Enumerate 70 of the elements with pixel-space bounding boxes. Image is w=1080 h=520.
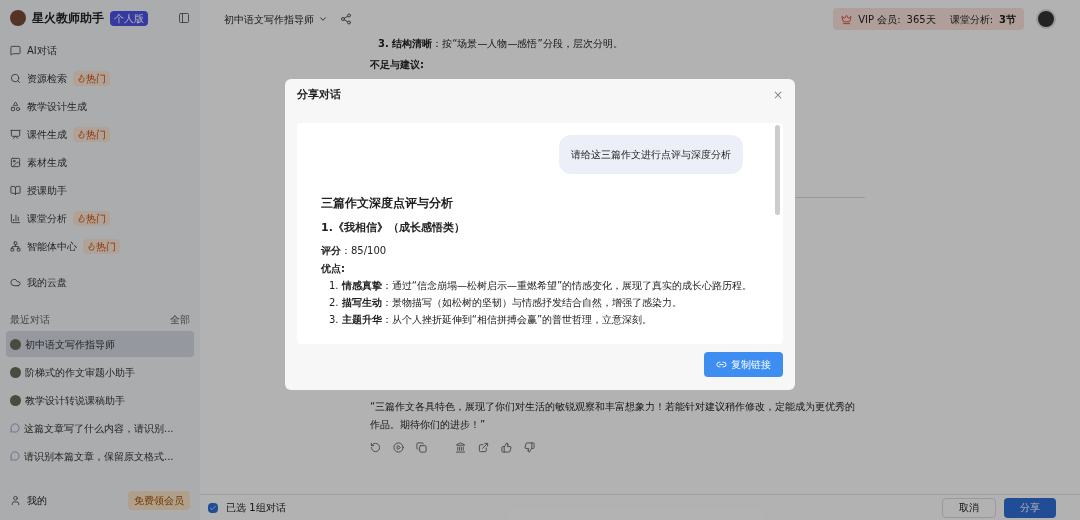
hot-badge: 热门: [73, 210, 110, 226]
network-icon: [10, 240, 21, 252]
strength-item: 3. 主题升华：从个人挫折延伸到“相信拼搏会赢”的普世哲理，立意深刻。: [329, 312, 654, 327]
shapes-icon: [10, 100, 21, 112]
search-icon: [10, 72, 21, 84]
hot-badge: 热门: [83, 238, 120, 254]
agent-avatar-icon: [10, 366, 21, 378]
sidebar-toggle-icon[interactable]: [178, 12, 190, 24]
agent-avatar-icon: [10, 338, 21, 350]
chat-icon: [10, 44, 21, 56]
strength-item: 1. 情感真挚：通过“信念崩塌—松树启示—重燃希望”的情感变化，展现了真实的成长心路历程。: [329, 278, 754, 293]
share-icon[interactable]: [340, 13, 352, 25]
recent-conversation[interactable]: 初中语文写作指导师: [6, 331, 194, 357]
image-icon: [10, 156, 21, 168]
regenerate-icon[interactable]: [370, 442, 381, 453]
nav-item[interactable]: 素材生成: [27, 154, 67, 170]
link-icon: [716, 359, 727, 370]
nav-item[interactable]: 课堂分析: [27, 210, 67, 226]
preview-heading: 三篇作文深度点评与分析: [321, 195, 454, 212]
chat-bubble-icon: [10, 423, 20, 433]
recent-conversation[interactable]: 阶梯式的作文审题小助手: [6, 359, 194, 385]
export-icon[interactable]: [478, 442, 489, 453]
book-icon: [10, 184, 21, 196]
cancel-button[interactable]: 取消: [942, 497, 996, 518]
recent-conversation[interactable]: 教学设计转说课稿助手: [6, 387, 194, 413]
answer-text: 3. 结构清晰：按“场景—人物—感悟”分段，层次分明。: [378, 37, 624, 51]
answer-text: “三篇作文各具特色，展现了你们对生活的敏锐观察和丰富想象力！若能针对建议稍作修改，定能成为更优秀的作品。期待你们的进步！”: [370, 400, 857, 432]
free-member-button[interactable]: 免费领会员: [128, 490, 190, 510]
view-all-link[interactable]: 全部: [170, 312, 190, 327]
thumbs-up-icon[interactable]: [501, 442, 512, 453]
slides-icon: [10, 128, 21, 140]
user-link[interactable]: 我的: [27, 492, 47, 508]
nav-item[interactable]: 教学设计生成: [27, 98, 87, 114]
cloud-icon: [10, 276, 21, 288]
nav-item[interactable]: 资源检索: [27, 70, 67, 86]
hot-badge: 热门: [73, 126, 110, 142]
chevron-down-icon[interactable]: [318, 14, 328, 24]
play-icon[interactable]: [393, 442, 404, 453]
dialog-title: 分享对话: [297, 86, 341, 103]
preview-subheading: 1.《我相信》（成长感悟类）: [321, 220, 466, 236]
copy-icon[interactable]: [416, 442, 427, 453]
avatar[interactable]: [1036, 9, 1056, 29]
recent-title: 最近对话: [10, 313, 50, 327]
answer-subheading: 不足与建议:: [370, 58, 425, 72]
hot-badge: 热门: [73, 70, 110, 86]
nav-item[interactable]: 智能体中心: [27, 238, 77, 254]
vip-status-badge: VIP 会员: 365天 课堂分析: 3节: [833, 8, 1024, 30]
strength-item: 2. 描写生动：景物描写（如松树的坚韧）与情感抒发结合自然，增强了感染力。: [329, 295, 683, 310]
edition-badge: 个人版: [110, 10, 148, 26]
strengths-title: 优点:: [321, 261, 346, 276]
conversation-title[interactable]: 初中语文写作指导师: [224, 11, 314, 27]
share-button[interactable]: 分享: [1004, 497, 1056, 518]
selection-count: 已选 1组对话: [226, 501, 286, 515]
user-message-bubble: 请给这三篇作文进行点评与深度分析: [559, 135, 743, 174]
nav-item[interactable]: 课件生成: [27, 126, 67, 142]
user-icon: [10, 494, 21, 506]
score-text: 评分：85/100: [321, 243, 388, 258]
building-icon[interactable]: [455, 442, 466, 453]
recent-conversation[interactable]: 这篇文章写了什么内容，请识别...: [6, 415, 194, 441]
checkbox[interactable]: [208, 502, 218, 513]
chat-bubble-icon: [10, 451, 20, 461]
logo-icon: [10, 10, 26, 26]
nav-item[interactable]: 我的云盘: [27, 274, 67, 290]
recent-conversation[interactable]: 请识别本篇文章，保留原文格式...: [6, 443, 194, 469]
brand-name: 星火教师助手: [32, 10, 104, 27]
nav-item[interactable]: AI对话: [27, 42, 57, 58]
nav-item[interactable]: 授课助手: [27, 182, 67, 198]
thumbs-down-icon[interactable]: [524, 442, 535, 453]
chart-icon: [10, 212, 21, 224]
agent-avatar-icon: [10, 394, 21, 406]
